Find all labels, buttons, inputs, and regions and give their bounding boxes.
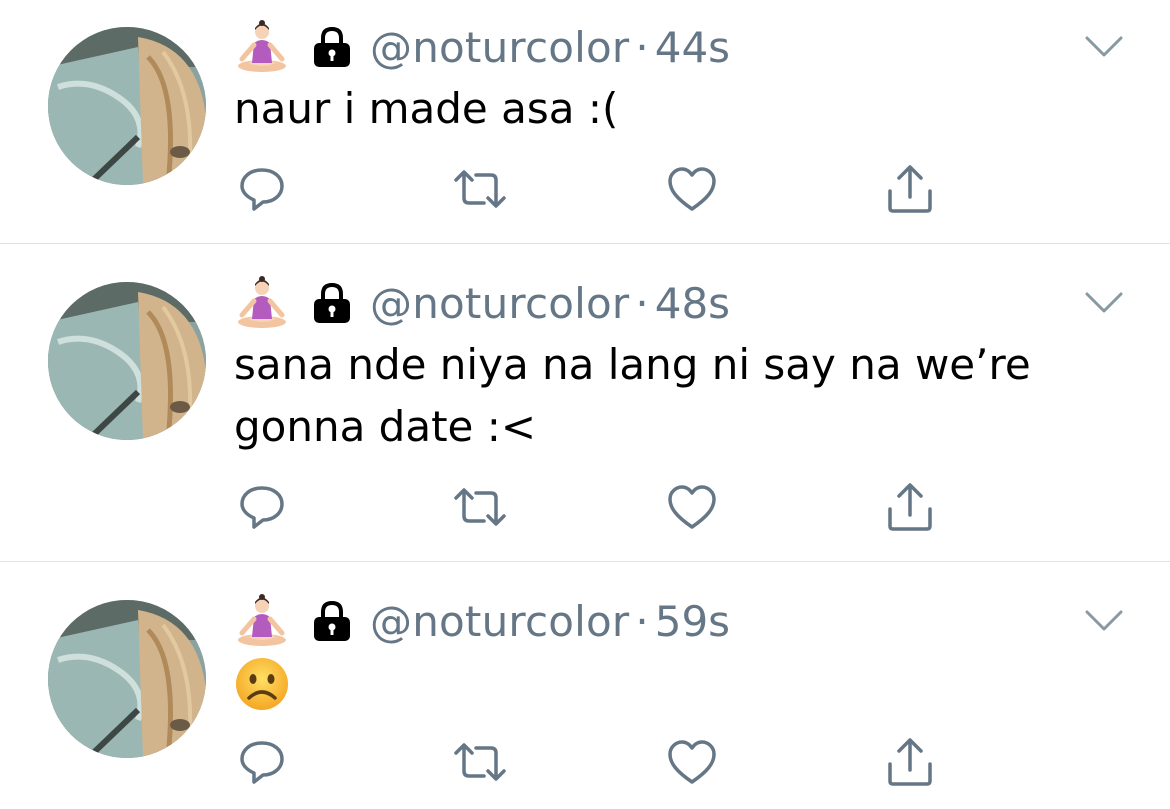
separator-dot: · (635, 278, 649, 328)
retweet-icon (454, 170, 506, 208)
like-button[interactable] (664, 161, 720, 217)
share-button[interactable] (882, 734, 938, 790)
share-button[interactable] (882, 479, 938, 535)
reply-button[interactable] (234, 161, 290, 217)
user-handle[interactable]: @noturcolor (370, 23, 629, 72)
avatar[interactable] (48, 27, 206, 185)
like-button[interactable] (664, 734, 720, 790)
retweet-icon (454, 488, 506, 526)
retweet-button[interactable] (452, 161, 508, 217)
avatar[interactable] (48, 282, 206, 440)
person-in-lotus-position-emoji (234, 19, 290, 75)
tweet-text (234, 656, 1134, 712)
lock-icon (310, 599, 354, 643)
tweet-text: naur i made asa :( (234, 84, 619, 133)
reply-icon (240, 741, 284, 784)
user-handle[interactable]: @noturcolor (370, 597, 629, 646)
heart-icon (668, 485, 716, 529)
separator-dot: · (635, 596, 649, 646)
tweet-actions (234, 734, 954, 790)
tweet-actions (234, 479, 954, 535)
reply-button[interactable] (234, 734, 290, 790)
timestamp[interactable]: 44s (655, 23, 730, 72)
retweet-icon (454, 743, 506, 781)
reply-button[interactable] (234, 479, 290, 535)
user-handle[interactable]: @noturcolor (370, 279, 629, 328)
share-icon (888, 483, 932, 531)
frowning-face-emoji (236, 658, 288, 710)
chevron-down-icon[interactable] (1084, 33, 1124, 61)
tweet-text: sana nde niya na lang ni say na we’re go… (234, 340, 1031, 451)
lock-icon (310, 25, 354, 69)
timestamp[interactable]: 48s (655, 279, 730, 328)
person-in-lotus-position-emoji (234, 593, 290, 649)
reply-icon (240, 168, 284, 211)
retweet-button[interactable] (452, 734, 508, 790)
timestamp[interactable]: 59s (655, 597, 730, 646)
chevron-down-icon[interactable] (1084, 607, 1124, 635)
heart-icon (668, 167, 716, 211)
chevron-down-icon[interactable] (1084, 289, 1124, 317)
avatar[interactable] (48, 600, 206, 758)
retweet-button[interactable] (452, 479, 508, 535)
person-in-lotus-position-emoji (234, 275, 290, 331)
heart-icon (668, 740, 716, 784)
separator-dot: · (635, 22, 649, 72)
tweet-1[interactable]: @noturcolor · 44s naur i made asa :( (0, 0, 1170, 243)
lock-icon (310, 281, 354, 325)
reply-icon (240, 486, 284, 529)
tweet-2[interactable]: @noturcolor · 48s sana nde niya na lang … (0, 244, 1170, 561)
like-button[interactable] (664, 479, 720, 535)
tweet-actions (234, 161, 954, 217)
share-button[interactable] (882, 161, 938, 217)
share-icon (888, 738, 932, 786)
share-icon (888, 165, 932, 213)
tweet-3[interactable]: @noturcolor · 59s (0, 562, 1170, 809)
